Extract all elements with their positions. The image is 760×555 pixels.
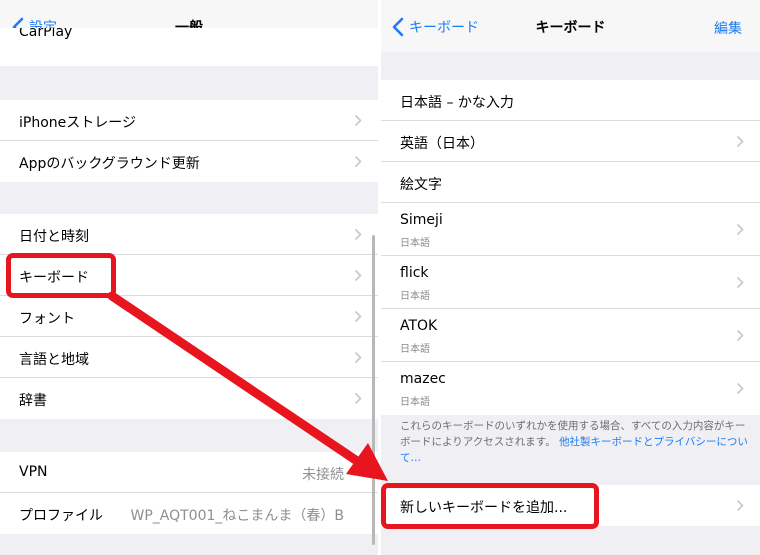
keyboard-row[interactable]: ATOK 日本語 [381, 309, 760, 362]
keyboard-name: ATOK [400, 318, 438, 334]
row-label: CarPlay [19, 28, 73, 40]
chevron-right-icon [354, 310, 362, 323]
add-new-keyboard-button[interactable]: 新しいキーボードを追加... [381, 485, 760, 526]
row-label: 新しいキーボードを追加... [400, 500, 568, 516]
privacy-footnote: これらのキーボードのいずれかを使用する場合、すべての入力内容がキーボードによりア… [400, 418, 748, 466]
keyboard-row[interactable]: mazec 日本語 [381, 362, 760, 415]
settings-row-carplay[interactable]: CarPlay [0, 28, 378, 53]
settings-row-iphone-storage[interactable]: iPhoneストレージ [0, 100, 378, 141]
row-label: 言語と地域 [19, 352, 89, 368]
chevron-right-icon [354, 114, 362, 127]
keyboard-row[interactable]: flick 日本語 [381, 256, 760, 309]
keyboard-row[interactable]: 英語（日本） [381, 121, 760, 162]
settings-row-vpn[interactable]: VPN 未接続 [0, 452, 378, 493]
chevron-right-icon [736, 499, 744, 512]
keyboard-nav-bar: キーボード キーボード 編集 [381, 0, 760, 52]
settings-row-language-region[interactable]: 言語と地域 [0, 337, 378, 378]
chevron-right-icon [736, 135, 744, 148]
keyboards-list: 日本語 – かな入力 英語（日本） 絵文字 Simeji 日本語 flick 日… [381, 80, 760, 415]
keyboard-name: flick [400, 265, 429, 281]
edit-button[interactable]: 編集 [714, 18, 742, 38]
datetime-keyboard-group: 日付と時刻 キーボード フォント 言語と地域 辞書 [0, 214, 378, 419]
vpn-status: 未接続 [302, 467, 344, 483]
keyboard-row[interactable]: 絵文字 [381, 162, 760, 203]
chevron-right-icon [354, 351, 362, 364]
keyboard-row[interactable]: Simeji 日本語 [381, 203, 760, 256]
chevron-right-icon [354, 228, 362, 241]
settings-row-profile[interactable]: プロファイル WP_AQT001_ねこまんま（春）B [0, 493, 378, 534]
settings-row-fonts[interactable]: フォント [0, 296, 378, 337]
keyboard-language: 日本語 [400, 397, 430, 408]
general-settings-screen: 設定 一般 CarPlay iPhoneストレージ Appのバックグラウンド更新… [0, 0, 378, 555]
row-label: 日付と時刻 [19, 229, 89, 245]
row-label: フォント [19, 311, 75, 327]
back-to-keyboard-button[interactable]: キーボード [392, 15, 479, 39]
settings-row-date-time[interactable]: 日付と時刻 [0, 214, 378, 255]
keyboard-name: mazec [400, 371, 446, 387]
row-label: iPhoneストレージ [19, 115, 136, 131]
vpn-profile-group: VPN 未接続 プロファイル WP_AQT001_ねこまんま（春）B [0, 452, 378, 534]
keyboard-row[interactable]: 日本語 – かな入力 [381, 80, 760, 121]
row-label: Appのバックグラウンド更新 [19, 156, 200, 172]
keyboard-settings-screen: キーボード キーボード 編集 日本語 – かな入力 英語（日本） 絵文字 Sim… [381, 0, 760, 555]
keyboard-name: Simeji [400, 212, 443, 228]
row-label: 辞書 [19, 393, 47, 409]
settings-row-dictionary[interactable]: 辞書 [0, 378, 378, 419]
chevron-left-icon [392, 17, 404, 37]
back-label: キーボード [409, 20, 479, 36]
keyboard-name: 英語（日本） [400, 136, 484, 152]
chevron-right-icon [354, 155, 362, 168]
chevron-right-icon [736, 276, 744, 289]
settings-row-background-refresh[interactable]: Appのバックグラウンド更新 [0, 141, 378, 182]
row-label: VPN [19, 464, 48, 480]
carplay-group: CarPlay [0, 28, 378, 66]
profile-value: WP_AQT001_ねこまんま（春）B [130, 508, 344, 524]
settings-row-keyboard[interactable]: キーボード [0, 255, 378, 296]
row-label: プロファイル [19, 508, 103, 524]
row-label: キーボード [19, 270, 89, 286]
keyboard-name: 絵文字 [400, 177, 442, 193]
keyboard-language: 日本語 [400, 238, 430, 249]
storage-group: iPhoneストレージ Appのバックグラウンド更新 [0, 100, 378, 182]
chevron-right-icon [736, 382, 744, 395]
scroll-indicator[interactable] [372, 235, 375, 545]
keyboard-language: 日本語 [400, 291, 430, 302]
chevron-right-icon [354, 392, 362, 405]
chevron-right-icon [736, 329, 744, 342]
keyboard-name: 日本語 – かな入力 [400, 95, 514, 111]
add-keyboard-group: 新しいキーボードを追加... [381, 485, 760, 526]
keyboard-language: 日本語 [400, 344, 430, 355]
chevron-right-icon [736, 223, 744, 236]
chevron-right-icon [354, 269, 362, 282]
